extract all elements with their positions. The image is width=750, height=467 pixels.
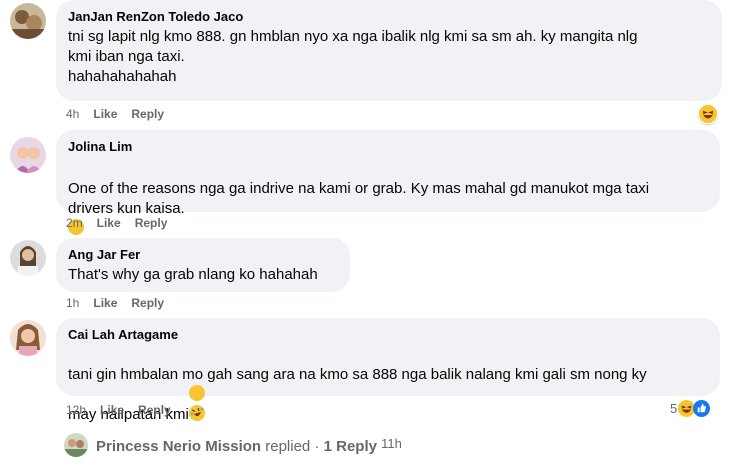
avatar[interactable] — [10, 3, 46, 39]
avatar — [64, 433, 88, 457]
laughing-emoji-icon — [699, 105, 717, 123]
comment-bubble: Cai Lah Artagame tani gin hmbalan mo gah… — [56, 318, 720, 423]
reply-button[interactable]: Reply — [138, 402, 171, 418]
comment-actions: 4h Like Reply — [66, 106, 164, 122]
comment-author[interactable]: Ang Jar Fer — [68, 246, 338, 263]
comment-bubble: Ang Jar Fer That's why ga grab nlang ko … — [56, 238, 350, 292]
avatar-image — [10, 3, 46, 39]
avatar[interactable] — [10, 320, 46, 356]
reply-count[interactable]: 1 Reply — [324, 438, 377, 455]
comment-time[interactable]: 1h — [66, 295, 79, 311]
comment-bubble: JanJan RenZon Toledo Jaco tni sg lapit n… — [56, 0, 722, 101]
comment-actions: 2m Like Reply — [66, 215, 167, 231]
comment-actions: 12h Like Reply — [66, 402, 171, 418]
avatar-image — [10, 240, 46, 276]
avatar-image — [10, 320, 46, 356]
replier-name[interactable]: Princess Nerio Mission — [96, 438, 261, 455]
reaction-summary[interactable]: 5 — [670, 400, 711, 417]
comment-bubble: Jolina Lim One of the reasons nga ga ind… — [56, 130, 720, 255]
reaction-count: 5 — [670, 401, 678, 416]
comment-author[interactable]: Cai Lah Artagame — [68, 326, 708, 343]
avatar-image — [64, 433, 88, 457]
comment-text: That's why ga grab nlang ko hahahah — [68, 266, 318, 283]
avatar-image — [10, 137, 46, 173]
comment-text: One of the reasons nga ga indrive na kam… — [68, 180, 650, 217]
reply-button[interactable]: Reply — [131, 295, 164, 311]
comment-author[interactable]: Jolina Lim — [68, 138, 708, 155]
reply-button[interactable]: Reply — [131, 106, 164, 122]
like-icon — [693, 400, 711, 417]
like-button[interactable]: Like — [100, 402, 124, 418]
avatar[interactable] — [10, 240, 46, 276]
comment-time[interactable]: 2m — [66, 215, 83, 231]
rolling-on-floor-laughing-emoji-icon — [188, 385, 205, 421]
separator: · — [314, 437, 320, 455]
view-replies-link[interactable]: Princess Nerio Mission replied · 1 Reply… — [64, 433, 402, 457]
replied-label: replied — [265, 437, 311, 455]
comment-time[interactable]: 12h — [66, 402, 86, 418]
comment-author[interactable]: JanJan RenZon Toledo Jaco — [68, 8, 710, 25]
reply-time: 11h — [381, 435, 402, 451]
comment-actions: 1h Like Reply — [66, 295, 164, 311]
like-button[interactable]: Like — [93, 106, 117, 122]
reply-button[interactable]: Reply — [135, 215, 168, 231]
comment-time[interactable]: 4h — [66, 106, 79, 122]
avatar[interactable] — [10, 137, 46, 173]
comment-text: tni sg lapit nlg kmo 888. gn hmblan nyo … — [68, 28, 638, 85]
like-button[interactable]: Like — [97, 215, 121, 231]
like-button[interactable]: Like — [93, 295, 117, 311]
reaction-badge[interactable] — [698, 104, 718, 124]
